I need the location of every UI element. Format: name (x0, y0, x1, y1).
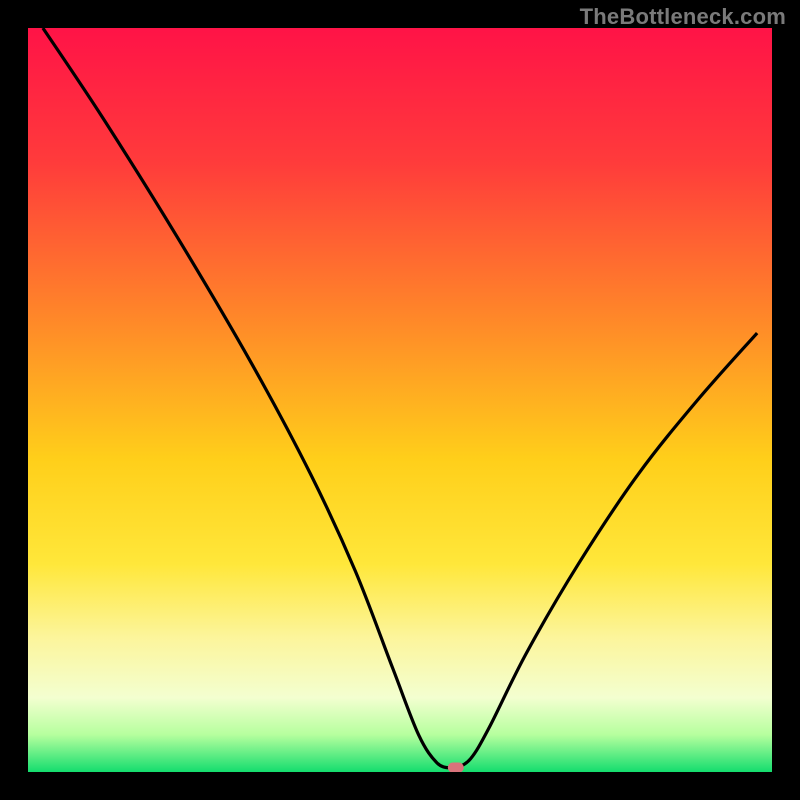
optimal-point-marker (448, 763, 464, 772)
watermark-text: TheBottleneck.com (580, 4, 786, 30)
bottleneck-chart (28, 28, 772, 772)
chart-background-gradient (28, 28, 772, 772)
chart-frame: { "watermark": "TheBottleneck.com", "col… (0, 0, 800, 800)
